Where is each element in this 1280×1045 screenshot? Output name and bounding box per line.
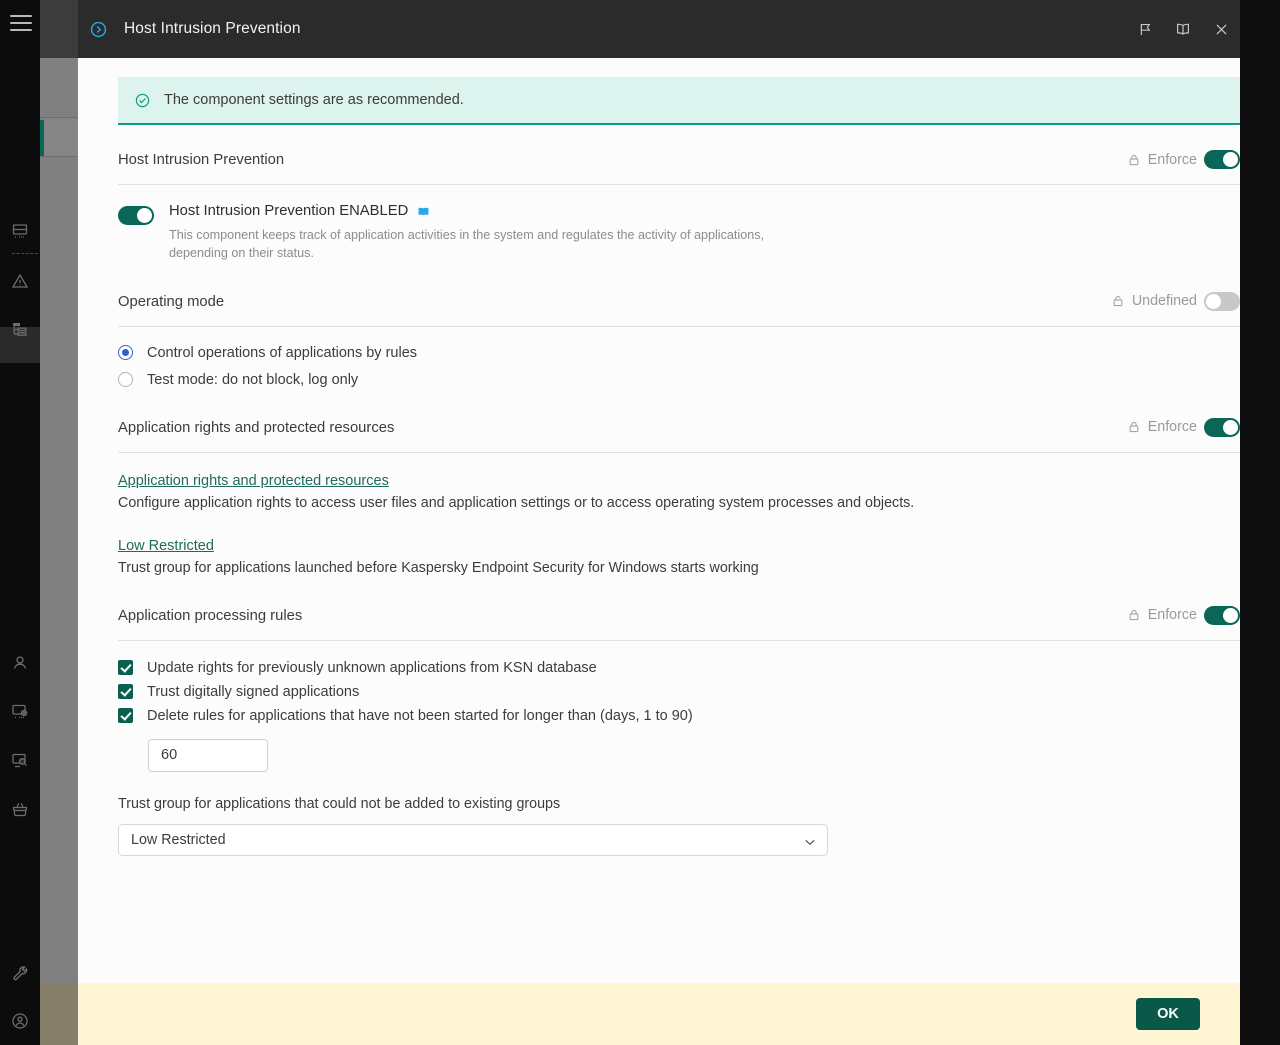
enforce-control-app-rights[interactable]: Enforce bbox=[1127, 418, 1240, 437]
checkbox-label: Delete rules for applications that have … bbox=[147, 708, 693, 724]
sidebar-item-hierarchy[interactable] bbox=[0, 312, 40, 346]
checkbox-label: Trust digitally signed applications bbox=[147, 684, 359, 700]
status-banner-text: The component settings are as recommende… bbox=[164, 92, 464, 108]
account-circle-icon bbox=[10, 1011, 30, 1031]
host-intrusion-prevention-dialog: Host Intrusion Prevention bbox=[78, 0, 1240, 1045]
operating-mode-option-rules[interactable]: Control operations of applications by ru… bbox=[118, 345, 1240, 361]
section-title: Application processing rules bbox=[118, 608, 302, 624]
check-circle-icon bbox=[134, 92, 151, 109]
warning-triangle-icon bbox=[10, 271, 30, 291]
lock-closed-icon bbox=[1127, 608, 1141, 622]
enforce-label: Enforce bbox=[1148, 152, 1197, 168]
checkbox-trust-signed-apps[interactable] bbox=[118, 684, 133, 699]
server-icon bbox=[10, 221, 30, 241]
checkbox-row-delete-rules[interactable]: Delete rules for applications that have … bbox=[118, 708, 1240, 724]
section-header-app-rights: Application rights and protected resourc… bbox=[118, 420, 1240, 453]
sidebar-item-tools[interactable] bbox=[0, 956, 40, 990]
hips-enable-label-row: Host Intrusion Prevention ENABLED bbox=[169, 203, 819, 219]
enforce-control-hips[interactable]: Enforce bbox=[1127, 150, 1240, 169]
dialog-content: The component settings are as recommende… bbox=[78, 58, 1240, 983]
sidebar-item-monitor-settings[interactable] bbox=[0, 694, 40, 728]
enforce-label: Undefined bbox=[1132, 293, 1197, 309]
hips-enable-description: This component keeps track of applicatio… bbox=[169, 226, 819, 263]
book-icon[interactable] bbox=[416, 204, 431, 219]
lock-closed-icon bbox=[1127, 420, 1141, 434]
trust-group-select-wrapper[interactable]: Low Restricted bbox=[118, 824, 828, 856]
dialog-footer: OK bbox=[78, 983, 1240, 1045]
enforce-toggle[interactable] bbox=[1204, 150, 1240, 169]
radio-label: Test mode: do not block, log only bbox=[147, 372, 358, 388]
section-header-hips: Host Intrusion Prevention Enforce bbox=[118, 152, 1240, 185]
flag-icon[interactable] bbox=[1126, 0, 1164, 58]
hips-enable-toggle[interactable] bbox=[118, 206, 154, 225]
chevron-down-icon bbox=[804, 835, 816, 853]
sidebar-item-users[interactable] bbox=[0, 646, 40, 680]
section-header-processing-rules: Application processing rules Enforce bbox=[118, 608, 1240, 641]
sidebar-item-monitor-search[interactable] bbox=[0, 743, 40, 777]
circle-arrow-right-icon bbox=[78, 20, 118, 39]
link-application-rights-description: Configure application rights to access u… bbox=[118, 495, 1240, 511]
trust-group-label: Trust group for applications that could … bbox=[118, 796, 1240, 812]
dialog-titlebar: Host Intrusion Prevention bbox=[78, 0, 1240, 58]
wrench-icon bbox=[10, 963, 30, 983]
section-title: Operating mode bbox=[118, 294, 224, 310]
section-title: Host Intrusion Prevention bbox=[118, 152, 284, 168]
status-banner: The component settings are as recommende… bbox=[118, 77, 1240, 125]
monitor-settings-icon bbox=[10, 701, 30, 721]
hamburger-menu-icon[interactable] bbox=[10, 15, 32, 31]
section-title: Application rights and protected resourc… bbox=[118, 420, 394, 436]
console-row-divider bbox=[40, 156, 78, 157]
checkbox-row-ksn[interactable]: Update rights for previously unknown app… bbox=[118, 660, 1240, 676]
enforce-toggle[interactable] bbox=[1204, 292, 1240, 311]
operating-mode-option-test[interactable]: Test mode: do not block, log only bbox=[118, 372, 1240, 388]
close-icon[interactable] bbox=[1202, 0, 1240, 58]
hips-enable-row: Host Intrusion Prevention ENABLED This c… bbox=[118, 203, 1240, 263]
console-selected-row bbox=[44, 118, 78, 156]
lock-closed-icon bbox=[1127, 153, 1141, 167]
screen: Host Intrusion Prevention bbox=[0, 0, 1280, 1045]
console-selected-indicator bbox=[40, 120, 44, 156]
checkbox-update-rights-ksn[interactable] bbox=[118, 660, 133, 675]
checkbox-delete-rules[interactable] bbox=[118, 708, 133, 723]
dialog-title: Host Intrusion Prevention bbox=[124, 20, 301, 38]
enforce-label: Enforce bbox=[1148, 419, 1197, 435]
sidebar-item-account[interactable] bbox=[0, 1004, 40, 1038]
link-low-restricted[interactable]: Low Restricted bbox=[118, 538, 214, 554]
sidebar-item-server[interactable] bbox=[0, 214, 40, 248]
days-input[interactable] bbox=[148, 739, 268, 772]
user-icon bbox=[10, 653, 30, 673]
checkbox-label: Update rights for previously unknown app… bbox=[147, 660, 597, 676]
trust-group-selected-value: Low Restricted bbox=[131, 832, 226, 848]
basket-icon bbox=[10, 799, 30, 819]
hips-enable-label: Host Intrusion Prevention ENABLED bbox=[169, 203, 408, 219]
section-header-operating-mode: Operating mode Undefined bbox=[118, 294, 1240, 327]
app-rail bbox=[0, 0, 40, 1045]
radio-test-mode[interactable] bbox=[118, 372, 133, 387]
console-footer-strip bbox=[40, 983, 78, 1045]
enforce-control-processing-rules[interactable]: Enforce bbox=[1127, 606, 1240, 625]
enforce-toggle[interactable] bbox=[1204, 606, 1240, 625]
sidebar-item-marketplace[interactable] bbox=[0, 792, 40, 826]
console-body-strip bbox=[40, 58, 78, 983]
sidebar-item-alerts[interactable] bbox=[0, 264, 40, 298]
book-icon[interactable] bbox=[1164, 0, 1202, 58]
lock-open-icon bbox=[1111, 294, 1125, 308]
radio-control-by-rules[interactable] bbox=[118, 345, 133, 360]
checkbox-row-signed[interactable]: Trust digitally signed applications bbox=[118, 684, 1240, 700]
link-low-restricted-description: Trust group for applications launched be… bbox=[118, 560, 1240, 576]
radio-label: Control operations of applications by ru… bbox=[147, 345, 417, 361]
monitor-search-icon bbox=[10, 750, 30, 770]
ok-button[interactable]: OK bbox=[1136, 998, 1200, 1030]
link-application-rights[interactable]: Application rights and protected resourc… bbox=[118, 473, 389, 489]
enforce-toggle[interactable] bbox=[1204, 418, 1240, 437]
console-header-strip bbox=[40, 0, 78, 58]
trust-group-select[interactable]: Low Restricted bbox=[118, 824, 828, 856]
hierarchy-tree-icon bbox=[10, 319, 30, 339]
enforce-label: Enforce bbox=[1148, 607, 1197, 623]
enforce-control-operating-mode[interactable]: Undefined bbox=[1111, 292, 1240, 311]
rail-divider bbox=[12, 253, 38, 254]
